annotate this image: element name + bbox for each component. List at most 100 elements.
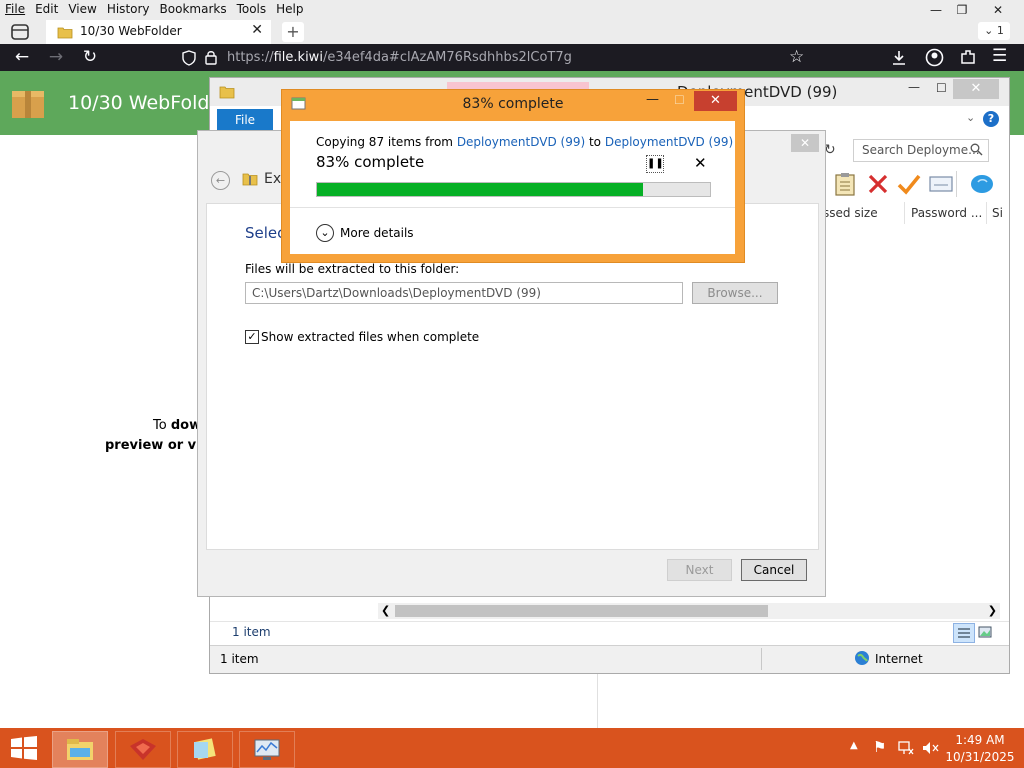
zone-label: Internet (875, 652, 923, 666)
folder-path-input[interactable]: C:\Users\Dartz\Downloads\DeploymentDVD (… (245, 282, 683, 304)
horizontal-scrollbar[interactable]: ❮ ❯ (378, 603, 1000, 619)
taskbar-explorer[interactable] (52, 731, 108, 768)
tracking-shield-icon[interactable] (181, 50, 197, 66)
cancel-button[interactable]: Cancel (741, 559, 807, 581)
delete-x-icon[interactable] (866, 172, 890, 196)
explorer-close-button[interactable]: ✕ (953, 79, 999, 99)
progress-content: Copying 87 items from DeploymentDVD (99)… (290, 121, 735, 254)
menu-file[interactable]: File (0, 0, 30, 20)
next-button[interactable]: Next (667, 559, 732, 581)
column-password[interactable]: Password ... (911, 206, 982, 220)
network-icon[interactable] (897, 740, 915, 756)
status-divider (761, 648, 762, 670)
clock-time[interactable]: 1:49 AM (944, 733, 1016, 747)
tab-webfolder[interactable]: 10/30 WebFolder ✕ (46, 20, 271, 44)
action-center-flag-icon[interactable]: ⚑ (873, 738, 886, 756)
ribbon-expand-icon[interactable]: ⌄ (966, 111, 975, 124)
copy-dest-link[interactable]: DeploymentDVD (99) (605, 135, 733, 149)
progress-maximize-button[interactable]: ☐ (674, 93, 685, 107)
tab-overview-icon (11, 24, 29, 40)
folder-path-value: C:\Users\Dartz\Downloads\DeploymentDVD (… (252, 286, 541, 300)
windows-start-icon[interactable] (10, 736, 38, 760)
progress-minimize-button[interactable]: — (646, 92, 659, 107)
column-size[interactable]: Si (992, 206, 1003, 220)
more-details-link[interactable]: More details (340, 226, 414, 240)
thumbnail-view-button[interactable] (977, 624, 995, 640)
taskbar-app-notes[interactable] (177, 731, 233, 768)
downloads-icon[interactable] (890, 49, 908, 67)
new-tab-button[interactable]: + (282, 22, 304, 42)
show-files-checkbox[interactable]: ✓ (245, 330, 259, 344)
url-path: /e34ef4da#clAzAM76Rsdhhbs2lCoT7g (322, 50, 572, 65)
url-text: https://file.kiwi/e34ef4da#clAzAM76Rsdhh… (227, 50, 572, 65)
copy-source-link[interactable]: DeploymentDVD (99) (457, 135, 585, 149)
tray-overflow-icon[interactable]: ▲ (850, 740, 858, 751)
zip-folder-icon (242, 173, 258, 186)
explorer-inner-status: 1 item (210, 621, 1009, 646)
envelope-icon[interactable] (929, 175, 953, 193)
menu-edit[interactable]: Edit (30, 0, 63, 20)
help-icon[interactable]: ? (983, 111, 999, 127)
close-window-button[interactable]: ✕ (982, 0, 1014, 20)
menu-tools[interactable]: Tools (232, 0, 272, 20)
wizard-back-icon[interactable]: ← (211, 171, 230, 190)
cancel-copy-icon[interactable]: ✕ (694, 154, 707, 172)
file-tab[interactable]: File (217, 109, 273, 131)
checkmark-icon[interactable] (896, 172, 922, 196)
more-details-chevron-icon[interactable]: ⌄ (316, 224, 334, 242)
details-view-button[interactable] (953, 623, 975, 643)
search-placeholder: Search Deployme... (862, 143, 980, 157)
clipboard-icon[interactable] (832, 171, 858, 197)
account-icon[interactable] (925, 48, 944, 67)
file-explorer-icon (67, 739, 93, 760)
extensions-icon[interactable] (959, 48, 977, 66)
browse-button[interactable]: Browse... (692, 282, 778, 304)
wizard-close-button[interactable]: ✕ (791, 134, 819, 152)
app-menu-icon[interactable]: ☰ (992, 46, 1007, 66)
menu-history[interactable]: History (102, 0, 155, 20)
volume-muted-icon[interactable] (922, 740, 940, 756)
tab-overview-button[interactable] (8, 22, 32, 42)
menu-view[interactable]: View (63, 0, 101, 20)
copy-progress-dialog: 83% complete — ☐ ✕ Copying 87 items from… (281, 89, 745, 263)
info-globe-icon[interactable] (970, 172, 994, 196)
copy-to-word: to (585, 135, 605, 149)
pause-button[interactable]: ❚❚ (646, 155, 664, 173)
folder-label: Files will be extracted to this folder: (245, 262, 460, 276)
taskbar-app-monitor[interactable] (239, 731, 295, 768)
item-count: 1 item (232, 625, 271, 639)
scroll-right-icon[interactable]: ❯ (988, 604, 997, 617)
back-button[interactable]: ← (8, 44, 36, 71)
explorer-maximize-button[interactable]: ☐ (936, 81, 947, 95)
progress-close-button[interactable]: ✕ (694, 91, 737, 111)
forward-button[interactable]: → (42, 44, 70, 71)
toolbar-separator (956, 171, 957, 197)
download-instruction-line1: To dow (153, 418, 201, 433)
explorer-minimize-button[interactable]: — (908, 80, 920, 94)
tab-close-icon[interactable]: ✕ (251, 22, 263, 38)
menu-help[interactable]: Help (271, 0, 308, 20)
column-divider (986, 202, 987, 224)
lock-icon[interactable] (203, 49, 219, 66)
taskbar-app-red[interactable] (115, 731, 171, 768)
scroll-left-icon[interactable]: ❮ (381, 604, 390, 617)
wizard-heading: Selec (245, 224, 286, 242)
url-bar[interactable]: https://file.kiwi/e34ef4da#clAzAM76Rsdhh… (177, 47, 819, 68)
reload-button[interactable]: ↻ (76, 44, 104, 71)
site-title: 10/30 WebFolder (68, 92, 229, 114)
copy-summary: Copying 87 items from DeploymentDVD (99)… (316, 135, 733, 149)
sticky-notes-icon (194, 738, 216, 760)
bookmark-star-icon[interactable]: ☆ (789, 47, 804, 67)
restore-button[interactable]: ❐ (946, 0, 978, 20)
column-compressed-size[interactable]: ssed size (823, 206, 878, 220)
menu-bookmarks[interactable]: Bookmarks (155, 0, 232, 20)
url-domain: file.kiwi (273, 50, 323, 65)
progress-bar-fill (317, 183, 644, 196)
folder-small-icon (219, 86, 235, 99)
clock-date[interactable]: 10/31/2025 (944, 750, 1016, 764)
scrollbar-thumb[interactable] (395, 605, 768, 617)
details-view-icon (958, 628, 970, 638)
browser-menubar: File Edit View History Bookmarks Tools H… (0, 0, 309, 20)
list-all-tabs-button[interactable]: ⌄ 1 (978, 22, 1010, 40)
search-box[interactable]: Search Deployme... (853, 139, 989, 162)
